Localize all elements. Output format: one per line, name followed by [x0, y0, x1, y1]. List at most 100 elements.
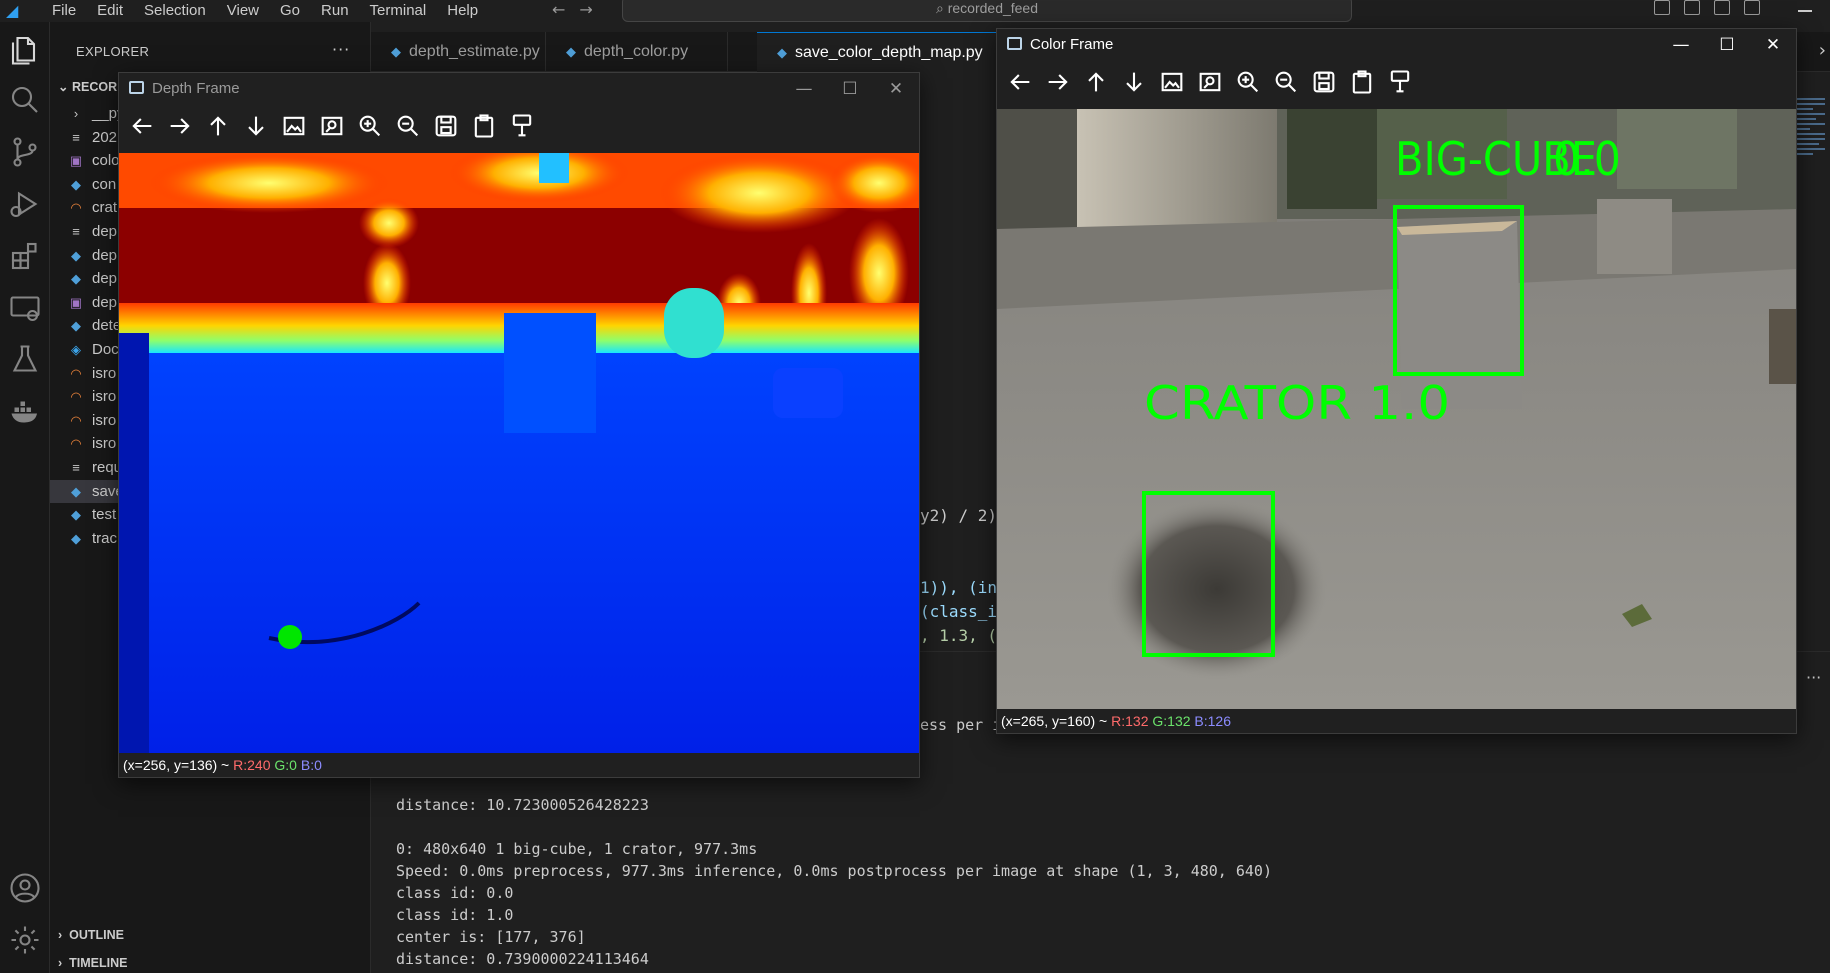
- clipboard-tool-button[interactable]: [465, 109, 503, 143]
- maximize-button[interactable]: ☐: [1704, 29, 1750, 61]
- arrow-left-tool-button[interactable]: [1001, 65, 1039, 99]
- arrow-left-icon: [132, 118, 152, 134]
- arrow-left-tool-button[interactable]: [123, 109, 161, 143]
- menu-item-file[interactable]: File: [42, 2, 87, 20]
- arrow-down-tool-button[interactable]: [237, 109, 275, 143]
- zoom-in-icon: [359, 115, 381, 137]
- color-image[interactable]: BIG-CUBE 0.0 CRATOR 1.0: [997, 109, 1796, 709]
- desktop: ◢ File Edit Selection View Go Run Terminal Help…: [0, 0, 1830, 973]
- close-button[interactable]: ✕: [1750, 29, 1796, 61]
- menu-item-help[interactable]: Help: [437, 2, 489, 20]
- file-name: crat: [92, 199, 118, 217]
- settings-gear-icon[interactable]: [7, 922, 43, 958]
- run-debug-icon[interactable]: [7, 186, 43, 222]
- depth-image[interactable]: [119, 153, 919, 754]
- image-file-icon: ▣: [69, 294, 83, 310]
- image-settings-tool-button[interactable]: [1191, 65, 1229, 99]
- chevron-right-icon: ›: [73, 106, 79, 121]
- search-icon[interactable]: [7, 82, 43, 118]
- paint-brush-tool-button[interactable]: [503, 109, 541, 143]
- account-icon[interactable]: [7, 870, 43, 906]
- more-actions-icon[interactable]: ···: [332, 40, 350, 59]
- toggle-sidebar-icon[interactable]: [1654, 0, 1670, 15]
- python-file-icon: ◆: [71, 318, 81, 334]
- app-window-icon: [1007, 37, 1022, 50]
- image-icon: [283, 116, 305, 136]
- zoom-in-tool-button[interactable]: [351, 109, 389, 143]
- chevron-right-icon[interactable]: ›: [1819, 40, 1826, 61]
- source-control-icon[interactable]: [7, 134, 43, 170]
- menu-item-go[interactable]: Go: [270, 2, 311, 20]
- image-icon: [1161, 72, 1183, 92]
- clipboard-tool-button[interactable]: [1343, 65, 1381, 99]
- menu-item-terminal[interactable]: Terminal: [360, 2, 438, 20]
- save-tool-button[interactable]: [427, 109, 465, 143]
- remote-explorer-icon[interactable]: [7, 290, 43, 326]
- arrow-right-tool-button[interactable]: [161, 109, 199, 143]
- menu-item-view[interactable]: View: [217, 2, 270, 20]
- zoom-out-icon: [1275, 71, 1297, 93]
- menu-item-selection[interactable]: Selection: [134, 2, 217, 20]
- command-center-search[interactable]: ⌕ recorded_feed: [622, 0, 1352, 22]
- image-tool-button[interactable]: [275, 109, 313, 143]
- depth-frame-window[interactable]: Depth Frame — ☐ ✕ (x=256, y=136) ~ R:240…: [118, 72, 920, 778]
- arrow-up-tool-button[interactable]: [199, 109, 237, 143]
- terminal-line: center is: [177, 376]: [396, 928, 586, 946]
- minimize-button[interactable]: —: [1658, 29, 1704, 61]
- rss-file-icon: ◠: [70, 389, 82, 405]
- terminal-output[interactable]: distance: 10.723000526428223 0: 480x640 1…: [396, 794, 1272, 970]
- zoom-out-tool-button[interactable]: [389, 109, 427, 143]
- file-name: colo: [92, 152, 120, 170]
- maximize-button[interactable]: ☐: [827, 73, 873, 105]
- menu-item-run[interactable]: Run: [311, 2, 360, 20]
- workspace-root-header[interactable]: ⌄ RECOR: [58, 79, 117, 94]
- zoom-in-tool-button[interactable]: [1229, 65, 1267, 99]
- explorer-icon[interactable]: [7, 32, 43, 68]
- clipboard-icon: [1352, 70, 1372, 94]
- toggle-secondary-sidebar-icon[interactable]: [1714, 0, 1730, 15]
- close-button[interactable]: ✕: [873, 73, 919, 105]
- menu-item-edit[interactable]: Edit: [87, 2, 134, 20]
- nav-history-arrows[interactable]: ←→: [552, 0, 607, 19]
- arrow-right-tool-button[interactable]: [1039, 65, 1077, 99]
- tab-save-color-depth-map[interactable]: ◆ save_color_depth_map.py: [757, 32, 1017, 72]
- extensions-icon[interactable]: [7, 238, 43, 274]
- minimap[interactable]: [1795, 95, 1825, 245]
- save-tool-button[interactable]: [1305, 65, 1343, 99]
- image-tool-button[interactable]: [1153, 65, 1191, 99]
- testing-flask-icon[interactable]: [7, 342, 43, 378]
- arrow-down-tool-button[interactable]: [1115, 65, 1153, 99]
- panel-more-icon[interactable]: ···: [1806, 668, 1821, 687]
- chevron-right-icon: ›: [58, 956, 70, 970]
- tab-depth-color[interactable]: ◆ depth_color.py: [546, 32, 728, 72]
- clipboard-icon: [474, 114, 494, 138]
- arrow-up-tool-button[interactable]: [1077, 65, 1115, 99]
- docker-icon[interactable]: [7, 394, 43, 430]
- color-frame-window[interactable]: Color Frame — ☐ ✕ BIG-CUBE 0.0 CRATOR 1.…: [996, 28, 1797, 734]
- file-name: trac: [92, 529, 118, 547]
- activity-bar: [0, 22, 50, 973]
- window-minimize-button[interactable]: [1798, 10, 1812, 12]
- outline-section-header[interactable]: › OUTLINE: [58, 928, 124, 942]
- save-icon: [435, 115, 457, 137]
- python-file-icon: ◆: [71, 507, 81, 523]
- terminal-line: 0: 480x640 1 big-cube, 1 crator, 977.3ms: [396, 840, 758, 858]
- terminal-line: class id: 1.0: [396, 906, 514, 924]
- zoom-out-tool-button[interactable]: [1267, 65, 1305, 99]
- minimize-button[interactable]: —: [781, 73, 827, 105]
- chevron-right-icon: ›: [58, 928, 70, 942]
- app-window-icon: [129, 81, 144, 94]
- paint-brush-tool-button[interactable]: [1381, 65, 1419, 99]
- timeline-section-header[interactable]: › TIMELINE: [58, 956, 127, 970]
- image-settings-tool-button[interactable]: [313, 109, 351, 143]
- arrow-left-icon: [1010, 74, 1030, 90]
- zoom-in-icon: [1237, 71, 1259, 93]
- tab-depth-estimate[interactable]: ◆ depth_estimate.py: [371, 32, 546, 72]
- file-name: isro: [92, 388, 117, 406]
- file-name: 202: [92, 128, 118, 146]
- rss-file-icon: ◠: [70, 200, 82, 216]
- paint-brush-icon: [512, 114, 532, 137]
- customize-layout-icon[interactable]: [1744, 0, 1760, 15]
- toggle-panel-icon[interactable]: [1684, 0, 1700, 15]
